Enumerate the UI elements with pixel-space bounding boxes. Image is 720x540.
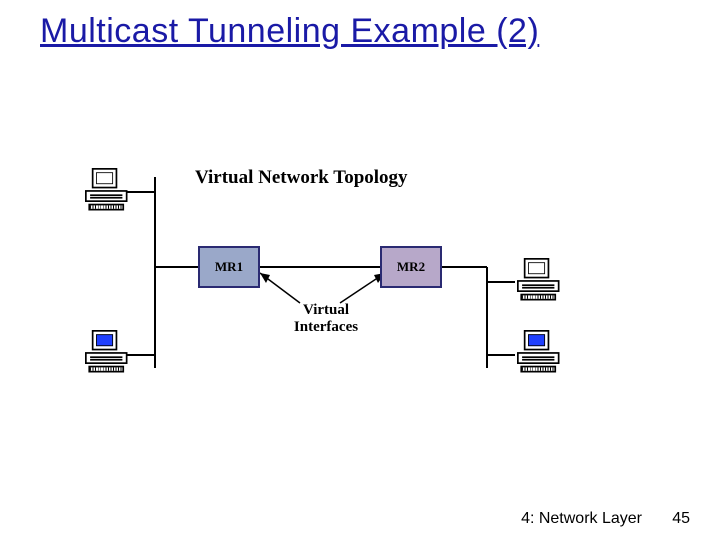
router-mr2: MR2 (380, 246, 442, 288)
virtual-interfaces-label: Virtual Interfaces (286, 302, 366, 337)
host-bottom-left-icon (85, 330, 128, 373)
host-top-left-icon (85, 168, 128, 211)
slide-title: Multicast Tunneling Example (2) (40, 12, 680, 51)
topology-label: Virtual Network Topology (195, 167, 408, 189)
footer-chapter: 4: Network Layer (521, 510, 642, 528)
page-number: 45 (672, 510, 690, 528)
topology-wires (0, 0, 720, 540)
host-bottom-right-icon (517, 330, 560, 373)
host-top-right-icon (517, 258, 560, 301)
router-mr1: MR1 (198, 246, 260, 288)
